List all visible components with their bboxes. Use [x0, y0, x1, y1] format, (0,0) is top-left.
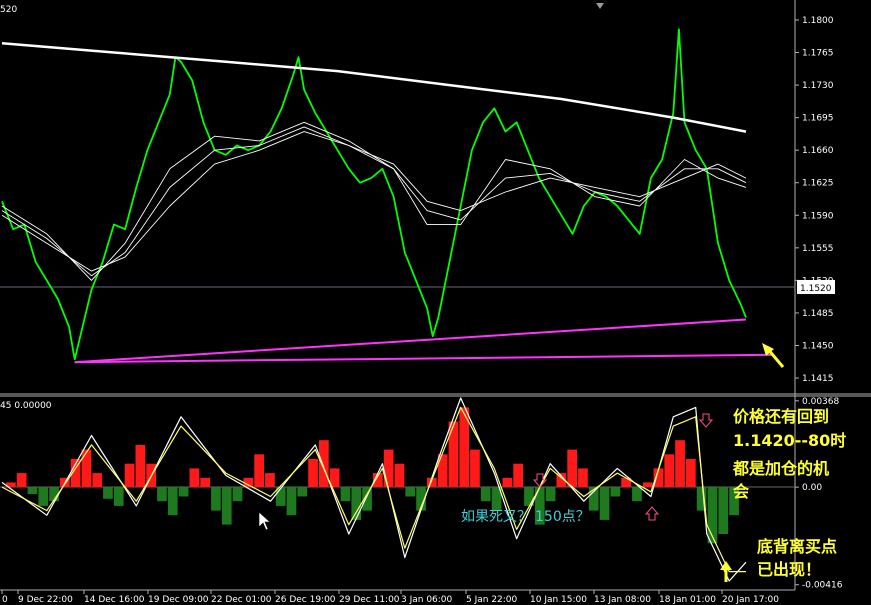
histogram-bar [92, 473, 103, 488]
histogram-bar [81, 449, 92, 488]
histogram-bar [632, 487, 642, 502]
histogram-bar [567, 449, 577, 488]
price-tick-label: 1.1450 [802, 341, 834, 351]
histogram-bar [286, 487, 297, 516]
histogram-bar [319, 440, 329, 488]
current-price-label: 1.1520 [800, 284, 832, 294]
histogram-bar [27, 487, 38, 495]
time-tick-label: 22 Dec 01:00 [211, 595, 272, 605]
price-tick-label: 1.1555 [802, 244, 834, 254]
annotation-line-2: 1.1420--80时 [733, 431, 846, 450]
chart-canvas: 520 45 0.00000 1.1800 1.1765 1.1730 1.1695 1… [0, 0, 871, 605]
time-tick-label: 19 Dec 09:00 [148, 595, 209, 605]
annotation-death-cross-points: 150点？ [535, 509, 590, 525]
indicator-tick-label: 0.00 [802, 483, 822, 493]
histogram-bar [718, 487, 729, 534]
histogram-bar [200, 477, 210, 488]
histogram-bar [664, 454, 675, 488]
price-tick-label: 1.1625 [802, 179, 834, 189]
histogram-bar [707, 487, 718, 544]
histogram-bar [113, 487, 124, 506]
histogram-bar [351, 487, 362, 520]
price-tick-label: 1.1590 [802, 211, 834, 221]
time-tick-label: 10 Jan 15:00 [530, 595, 587, 605]
histogram-bar [642, 482, 653, 488]
histogram-bar [211, 487, 221, 511]
price-tick-label: 1.1800 [802, 16, 834, 26]
indicator-header: 45 0.00000 [0, 401, 52, 411]
histogram-bar [502, 477, 513, 488]
time-tick-label: 5 Jan 22:00 [466, 595, 518, 605]
histogram-bar [178, 487, 189, 497]
price-tick-label: 1.1660 [802, 146, 834, 156]
price-tick-label: 1.1485 [802, 309, 834, 319]
annotation-divergence-line-2: 已出现！ [757, 560, 821, 579]
histogram-bar [308, 459, 318, 488]
histogram-bar [448, 421, 459, 488]
price-tick-label: 1.1730 [802, 81, 834, 91]
histogram-bar [675, 440, 685, 488]
price-tick-label: 1.1765 [802, 49, 834, 59]
time-tick-label: 14 Dec 16:00 [84, 595, 145, 605]
histogram-bar [383, 449, 394, 488]
histogram-bar [265, 473, 275, 488]
annotation-line-2-suffix: 时 [830, 431, 846, 450]
histogram-bar [545, 487, 556, 502]
time-tick-label: 9 Dec 22:00 [18, 595, 73, 605]
histogram-bar [470, 449, 480, 488]
histogram-bar [103, 487, 113, 499]
histogram-bar [221, 487, 232, 525]
histogram-bar [38, 487, 49, 506]
time-tick-label: 13 Jan 08:00 [594, 595, 651, 605]
annotation-price-range: 1.1420--80 [733, 431, 830, 450]
histogram-bar [599, 487, 610, 520]
time-tick-label: 18 Jan 01:00 [659, 595, 716, 605]
histogram-bar [124, 463, 135, 488]
histogram-bar [405, 487, 416, 497]
histogram-bar [16, 473, 27, 488]
histogram-bar [135, 444, 146, 488]
histogram-bar [578, 468, 588, 488]
histogram-bar [232, 487, 243, 502]
histogram-bar [686, 459, 696, 488]
histogram-bar [437, 454, 448, 488]
annotation-line-1: 价格还有回到 [733, 407, 829, 426]
histogram-bar [167, 487, 178, 516]
indicator-tick-label: -0.00416 [802, 581, 843, 591]
time-tick-label: 26 Dec 19:00 [275, 595, 336, 605]
histogram-bar [480, 487, 491, 502]
annotation-death-cross-question: 如果死叉？ [461, 509, 531, 525]
time-tick-label: 0 [2, 595, 8, 605]
histogram-bar [394, 463, 405, 488]
price-tick-label: 1.1695 [802, 114, 834, 124]
histogram-bar [157, 487, 167, 502]
histogram-bar [297, 487, 308, 497]
annotation-death-cross: 如果死叉？ 150点？ [461, 509, 590, 525]
indicator-tick-label: 0.00368 [802, 397, 839, 407]
symbol-fragment: 520 [0, 5, 17, 15]
time-tick-label: 29 Dec 11:00 [339, 595, 400, 605]
histogram-bar [610, 487, 621, 497]
histogram-bar [254, 454, 264, 488]
time-tick-label: 20 Jan 17:00 [722, 595, 779, 605]
time-tick-label: 3 Jan 06:00 [401, 595, 453, 605]
histogram-bar [513, 463, 523, 488]
histogram-bar [189, 468, 200, 488]
annotation-divergence-line-1: 底背离买点 [757, 537, 837, 556]
price-tick-label: 1.1415 [802, 374, 834, 384]
annotation-line-3: 都是加仓的机 [732, 459, 829, 478]
annotation-line-4: 会 [733, 482, 749, 501]
histogram-bar [340, 487, 351, 502]
